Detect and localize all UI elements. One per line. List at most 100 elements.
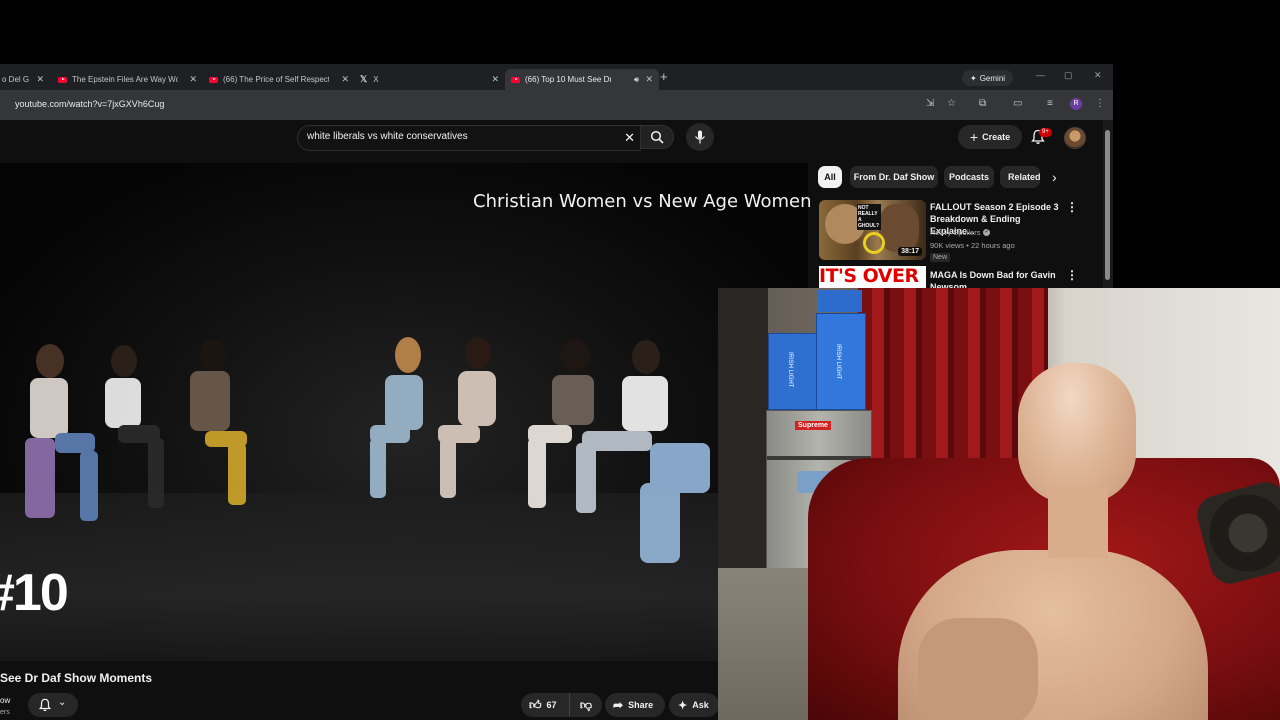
- tab[interactable]: o Del G ✕: [0, 69, 50, 90]
- voice-search-button[interactable]: [686, 123, 714, 151]
- profile-avatar[interactable]: R: [1070, 98, 1082, 110]
- recommendation-title[interactable]: MAGA Is Down Bad for Gavin Newsom: [930, 269, 1060, 288]
- recommendation-meta: 90K views • 22 hours ago: [930, 241, 1015, 250]
- share-arrow-icon: ➦: [613, 698, 624, 712]
- tab[interactable]: (66) The Price of Self Respect - ✕: [203, 69, 355, 90]
- tab[interactable]: The Epstein Files Are Way Wors ✕: [52, 69, 203, 90]
- close-icon[interactable]: ✕: [36, 74, 44, 85]
- chevron-down-icon: ⌄: [58, 697, 67, 708]
- microphone-icon: [695, 130, 705, 144]
- person-head: [1018, 363, 1136, 503]
- new-badge: New: [930, 253, 951, 262]
- verified-check-icon: ✓: [983, 229, 991, 236]
- person-arm: [918, 618, 1038, 720]
- person-neck: [1048, 488, 1108, 558]
- share-button[interactable]: ➦ Share: [605, 693, 665, 717]
- video-frame-people: [25, 337, 710, 563]
- plus-icon: +: [969, 129, 979, 145]
- media-controls-icon[interactable]: ≡: [1047, 98, 1053, 109]
- install-app-icon[interactable]: ⇲: [926, 98, 934, 109]
- dislike-button[interactable]: 👎︎: [569, 693, 602, 717]
- video-duration: 38:17: [898, 247, 922, 256]
- close-icon[interactable]: ✕: [645, 74, 653, 85]
- account-avatar[interactable]: [1064, 127, 1086, 149]
- chip-all[interactable]: All: [818, 166, 842, 188]
- ask-button[interactable]: ✦ Ask: [669, 693, 719, 717]
- chevron-right-icon[interactable]: ›: [1052, 169, 1057, 185]
- search-box: ✕: [297, 125, 641, 151]
- video-thumbnail[interactable]: IT'S OVER: [819, 266, 926, 288]
- video-overlay-rank: #10: [0, 564, 69, 622]
- clear-search-icon[interactable]: ✕: [624, 130, 635, 146]
- share-label: Share: [628, 700, 654, 710]
- webcam-overlay: IRISH LIGHT IRISH LIGHT Supreme: [718, 288, 1280, 720]
- side-panel-icon[interactable]: ▭: [1013, 98, 1022, 109]
- tab-strip: o Del G ✕ The Epstein Files Are Way Wors…: [0, 64, 1113, 90]
- blue-box: IRISH LIGHT: [816, 313, 866, 410]
- tab-title: X: [373, 75, 379, 84]
- gemini-sparkle-icon: ✦: [970, 73, 977, 83]
- shelf: [718, 288, 768, 588]
- gemini-label: Gemini: [979, 73, 1006, 83]
- box-label: IRISH LIGHT: [787, 352, 793, 388]
- close-window-button[interactable]: ✕: [1094, 70, 1102, 81]
- speaker-icon[interactable]: 🔊︎: [634, 75, 639, 85]
- scrollbar-thumb[interactable]: [1105, 130, 1110, 280]
- video-thumbnail[interactable]: NOT REALLY A GHOUL? 38:17: [819, 200, 926, 260]
- create-button[interactable]: + Create: [958, 125, 1022, 149]
- thumbnail-caption: IT'S OVER: [819, 266, 919, 287]
- search-input[interactable]: [307, 131, 607, 142]
- chip-related[interactable]: Related: [1000, 166, 1040, 188]
- more-menu-icon[interactable]: ⋮: [1095, 98, 1105, 109]
- youtube-icon: [58, 76, 67, 83]
- thumbnail-face: [879, 204, 919, 252]
- bell-icon: [38, 698, 52, 712]
- youtube-icon: [209, 76, 218, 83]
- x-icon: 𝕏: [360, 74, 368, 84]
- recommendation-channel[interactable]: Heavy Spoilers: [930, 228, 980, 237]
- sticker: Supreme: [795, 421, 831, 430]
- video-title: See Dr Daf Show Moments: [0, 671, 153, 685]
- bookmark-star-icon[interactable]: ☆: [947, 98, 956, 109]
- blue-box: [818, 290, 862, 312]
- like-button[interactable]: 👍︎ 67: [521, 693, 569, 717]
- tab-active[interactable]: (66) Top 10 Must See Dr Da 🔊︎ ✕: [505, 69, 659, 90]
- close-icon[interactable]: ✕: [491, 74, 499, 85]
- recommendation-channel-row: Heavy Spoilers ✓: [930, 228, 991, 237]
- extensions-icon[interactable]: ⧉: [979, 98, 986, 109]
- new-tab-button[interactable]: +: [660, 69, 668, 84]
- tab-title: o Del G: [2, 75, 30, 84]
- gemini-button[interactable]: ✦ Gemini: [962, 70, 1014, 86]
- chip-from-channel[interactable]: From Dr. Daf Show: [850, 166, 938, 188]
- ask-label: Ask: [692, 700, 709, 710]
- address-bar-row: youtube.com/watch?v=7jxGXVh6Cug ⇲ ☆ ⧉ ▭ …: [0, 90, 1113, 120]
- subscription-bell-button[interactable]: ⌄: [28, 693, 78, 717]
- more-actions-icon[interactable]: ⋮: [1066, 268, 1078, 282]
- subscriber-count: ers: [0, 709, 10, 716]
- browser-window: o Del G ✕ The Epstein Files Are Way Wors…: [0, 64, 1113, 120]
- close-icon[interactable]: ✕: [341, 74, 349, 85]
- tab-title: (66) Top 10 Must See Dr Da: [525, 75, 611, 84]
- more-actions-icon[interactable]: ⋮: [1066, 200, 1078, 214]
- thumbnail-ring: [863, 232, 885, 254]
- thumbs-up-icon: 👍︎: [529, 697, 542, 712]
- channel-name[interactable]: ow: [0, 696, 10, 705]
- tab[interactable]: 𝕏 X ✕: [355, 69, 505, 90]
- create-label: Create: [982, 132, 1011, 142]
- sparkle-icon: ✦: [678, 699, 688, 712]
- tab-title: (66) The Price of Self Respect -: [223, 75, 329, 84]
- video-player[interactable]: [0, 163, 808, 661]
- like-count: 67: [546, 700, 557, 710]
- notification-badge: 9+: [1039, 128, 1052, 137]
- search-button[interactable]: [640, 125, 674, 149]
- maximize-button[interactable]: ▢: [1064, 70, 1073, 81]
- search-icon: [650, 130, 664, 144]
- url-field[interactable]: youtube.com/watch?v=7jxGXVh6Cug: [15, 99, 164, 109]
- thumbnail-caption: NOT REALLY A GHOUL?: [857, 204, 881, 230]
- minimize-button[interactable]: —: [1036, 70, 1045, 80]
- box-label: IRISH LIGHT: [835, 344, 841, 380]
- close-icon[interactable]: ✕: [189, 74, 197, 85]
- youtube-icon: [511, 76, 520, 83]
- chip-podcasts[interactable]: Podcasts: [944, 166, 994, 188]
- video-overlay-title: Christian Women vs New Age Women: [473, 191, 812, 212]
